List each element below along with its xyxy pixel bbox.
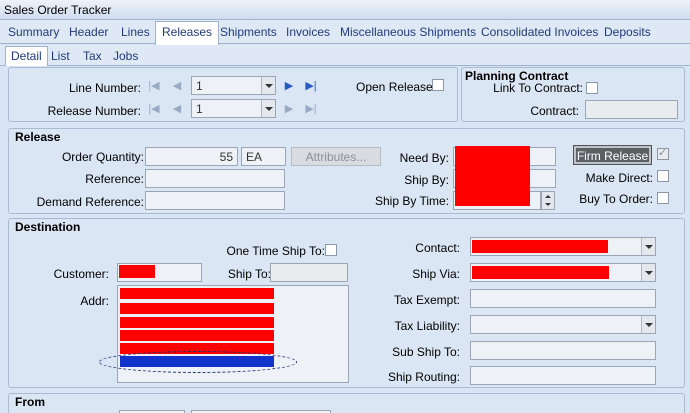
tab-releases[interactable]: Releases [155,21,220,45]
one-time-ship-to-label: One Time Ship To: [226,244,326,258]
open-release-checkbox[interactable] [432,79,444,91]
uom-field[interactable]: EA [241,147,286,166]
first-release-icon[interactable]: |◀ [145,100,163,118]
buy-to-order-label: Buy To Order: [579,192,653,206]
navigation-panel: Line Number: |◀ ◀ 1 ▶ ▶| Open Release: R… [8,67,458,122]
tab-header[interactable]: Header [69,25,108,39]
first-record-icon[interactable]: |◀ [145,77,163,95]
contact-label: Contact: [415,241,460,255]
line-number-select[interactable]: 1 [191,76,276,95]
destination-panel: Destination One Time Ship To: Customer: … [8,218,685,388]
attributes-button[interactable]: Attributes... [291,147,381,166]
link-to-contract-checkbox[interactable] [586,82,598,94]
redacted-customer [119,265,155,278]
need-by-label: Need By: [399,151,449,165]
ship-routing-label: Ship Routing: [387,370,460,384]
contract-label: Contract: [530,104,579,118]
contract-field[interactable] [585,100,678,119]
prev-release-icon[interactable]: ◀ [168,100,186,118]
spinner-icon[interactable] [541,191,555,210]
firm-release-checkbox[interactable] [657,146,669,160]
tab-lines[interactable]: Lines [121,25,150,39]
ship-via-label: Ship Via: [412,267,460,281]
firm-release-button[interactable]: Firm Release [573,145,652,165]
ship-by-time-label: Ship By Time: [374,194,449,208]
sub-ship-to-field[interactable] [470,341,656,360]
customer-label: Customer: [53,267,109,281]
tax-liability-select[interactable] [470,315,656,334]
annotation-ellipse [99,351,297,373]
order-quantity-label: Order Quantity: [61,150,144,164]
tab-miscellaneous-shipments[interactable]: Miscellaneous Shipments [340,25,476,39]
line-number-label: Line Number: [68,81,141,95]
tax-exempt-label: Tax Exempt: [393,293,460,307]
make-direct-checkbox[interactable] [657,170,669,182]
redacted-address-line [120,330,274,341]
destination-title: Destination [15,220,81,234]
redacted-dates [455,146,530,206]
link-to-contract-label: Link To Contract: [493,81,583,95]
from-title: From [15,395,45,409]
window-title: Sales Order Tracker [4,3,112,17]
release-title: Release [15,130,61,144]
ship-routing-field[interactable] [470,366,656,385]
open-release-label: Open Release: [356,80,437,94]
chevron-down-icon[interactable] [641,264,655,281]
from-panel: From [8,393,685,413]
demand-reference-label: Demand Reference: [36,195,144,209]
ship-by-label: Ship By: [404,173,449,187]
reference-label: Reference: [85,172,144,186]
sub-ship-to-label: Sub Ship To: [392,345,460,359]
next-record-icon[interactable]: ▶ [280,77,298,95]
reference-field[interactable] [145,169,285,188]
ship-to-label: Ship To: [227,267,271,281]
chevron-down-icon[interactable] [641,316,655,333]
ship-to-field[interactable] [270,263,348,282]
tax-liability-label: Tax Liability: [394,319,460,333]
release-number-select[interactable]: 1 [191,99,276,118]
subtab-tax[interactable]: Tax [83,49,102,63]
next-release-icon[interactable]: ▶ [280,100,298,118]
tab-summary[interactable]: Summary [8,25,59,39]
chevron-down-icon[interactable] [261,100,275,117]
tab-consolidated-invoices[interactable]: Consolidated Invoices [481,25,598,39]
chevron-down-icon[interactable] [641,238,655,255]
buy-to-order-checkbox[interactable] [657,192,669,204]
make-direct-label: Make Direct: [585,171,653,185]
redacted-address-line [120,288,274,299]
tax-exempt-field[interactable] [470,289,656,308]
demand-reference-field[interactable] [145,191,285,210]
last-record-icon[interactable]: ▶| [302,77,320,95]
planning-contract-panel: Planning Contract Link To Contract: Cont… [461,67,685,122]
order-quantity-field[interactable]: 55 [145,147,238,166]
redacted-ship-via [472,266,609,279]
sub-tab-bar: Detail List Tax Jobs [0,45,690,66]
one-time-ship-to-checkbox[interactable] [325,244,337,256]
tab-shipments[interactable]: Shipments [220,25,277,39]
main-tab-bar: Summary Header Lines Releases Shipments … [0,20,690,45]
redacted-address-line [120,317,274,328]
release-number-value: 1 [196,102,203,116]
line-number-value: 1 [196,79,203,93]
subtab-detail[interactable]: Detail [5,46,48,66]
chevron-down-icon[interactable] [261,77,275,94]
prev-record-icon[interactable]: ◀ [168,77,186,95]
release-panel: Release Order Quantity: 55 EA Attributes… [8,128,685,214]
title-bar: Sales Order Tracker [0,0,690,20]
subtab-list[interactable]: List [51,49,70,63]
subtab-jobs[interactable]: Jobs [113,49,138,63]
tab-invoices[interactable]: Invoices [286,25,330,39]
redacted-contact [472,240,608,253]
release-number-label: Release Number: [47,104,141,118]
redacted-address-line [120,303,274,314]
addr-label: Addr: [80,294,109,308]
tab-deposits[interactable]: Deposits [604,25,651,39]
last-release-icon[interactable]: ▶| [302,100,320,118]
